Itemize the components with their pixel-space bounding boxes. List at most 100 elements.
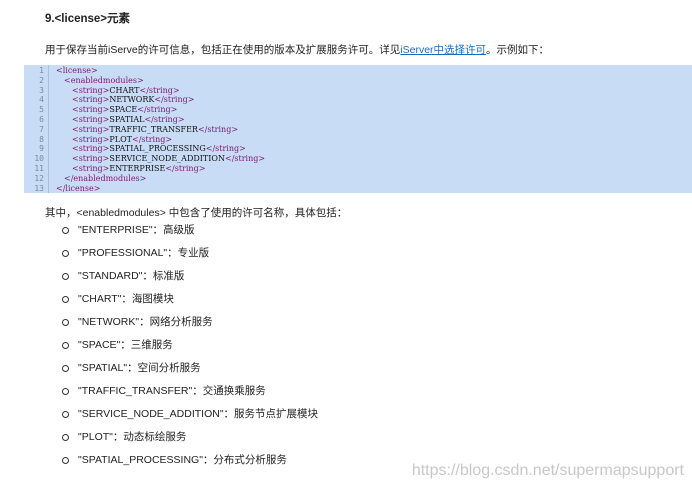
module-label: "PLOT"：动态标绘服务 [78,431,187,443]
line-number: 1 [39,66,44,75]
circle-bullet-icon [62,434,69,441]
code-line: 10 <string>SERVICE_NODE_ADDITION</string> [24,154,692,164]
module-list-item: "TRAFFIC_TRANSFER"：交通换乘服务 [62,383,318,406]
code-source: <enabledmodules> [64,76,144,86]
code-line: 2 <enabledmodules> [24,76,692,86]
code-source: <string>SPATIAL_PROCESSING</string> [72,144,246,154]
module-list-item: "PROFESSIONAL"：专业版 [62,245,318,268]
xml-text: ENTERPRISE [109,164,166,173]
xml-tag: </string> [197,124,239,134]
code-line: 7 <string>TRAFFIC_TRANSFER</string> [24,125,692,135]
code-block: 1 <license> 2 <enabledmodules> 3 <string>CHAR… [24,65,692,193]
circle-bullet-icon [62,227,69,234]
xml-text: NETWORK [109,95,155,105]
xml-tag: <string> [72,115,110,124]
circle-bullet-icon [62,296,69,303]
code-source: <string>CHART</string> [72,86,180,96]
xml-tag: <string> [72,154,110,164]
circle-bullet-icon [62,319,69,326]
xml-text: CHART [109,85,140,95]
xml-tag: <string> [72,164,110,173]
xml-text: SPATIAL [109,115,145,124]
module-label: "SERVICE_NODE_ADDITION"：服务节点扩展模块 [78,408,319,420]
line-number: 8 [39,134,44,144]
code-source: <string>SERVICE_NODE_ADDITION</string> [72,154,265,164]
module-label: "TRAFFIC_TRANSFER"：交通换乘服务 [78,385,266,397]
code-source: <string>TRAFFIC_TRANSFER</string> [72,125,238,135]
circle-bullet-icon [62,365,69,372]
xml-tag: </string> [139,85,180,95]
xml-text: SERVICE_NODE_ADDITION [109,154,225,164]
xml-tag: </string> [154,95,195,105]
iserver-license-link[interactable]: iServer中选择许可 [400,44,486,56]
module-list-item: "SERVICE_NODE_ADDITION"：服务节点扩展模块 [62,406,318,429]
module-list-item: "CHART"：海图模块 [62,291,318,314]
line-number: 13 [34,183,44,193]
xml-tag: <string> [72,95,110,105]
code-line: 3 <string>CHART</string> [24,86,692,96]
module-list-item: "PLOT"：动态标绘服务 [62,429,318,452]
code-line: 9 <string>SPATIAL_PROCESSING</string> [24,144,692,154]
line-number: 4 [39,95,44,105]
module-label: "CHART"：海图模块 [78,293,174,305]
module-label: "ENTERPRISE"：高级版 [78,224,195,236]
xml-tag: </license> [56,183,101,193]
module-label: "PROFESSIONAL"：专业版 [78,247,210,259]
xml-tag: </string> [131,134,173,144]
code-source: <string>PLOT</string> [72,135,172,145]
xml-tag: <enabledmodules> [64,75,144,85]
line-number: 5 [39,105,44,115]
module-list-item: "ENTERPRISE"：高级版 [62,222,318,245]
xml-tag: </string> [205,144,246,154]
code-source: </enabledmodules> [64,174,146,184]
module-label: "NETWORK"：网络分析服务 [78,316,213,328]
xml-tag: </string> [224,154,266,164]
module-label: "SPATIAL"：空间分析服务 [78,362,201,374]
code-line: 11 <string>ENTERPRISE</string> [24,164,692,174]
circle-bullet-icon [62,411,69,418]
xml-text: PLOT [109,134,132,144]
xml-tag: <string> [72,144,110,154]
module-list-item: "SPATIAL"：空间分析服务 [62,360,318,383]
module-list-item: "NETWORK"：网络分析服务 [62,314,318,337]
line-number: 10 [34,154,44,164]
xml-tag: <string> [72,105,110,115]
watermark: https://blog.csdn.net/supermapsupport [411,462,684,479]
line-number: 2 [39,75,44,85]
code-source: <string>NETWORK</string> [72,95,194,105]
circle-bullet-icon [62,457,69,464]
line-number: 9 [39,144,44,154]
circle-bullet-icon [62,388,69,395]
line-number: 12 [34,173,44,183]
section-heading: 9.<license>元素 [45,13,131,25]
intro-paragraph: 用于保存当前iServe的许可信息，包括正在使用的版本及扩展服务许可。详见iSe… [45,42,549,57]
xml-text: SPACE [109,105,138,115]
module-label: "STANDARD"：标准版 [78,270,185,282]
line-number: 3 [39,85,44,95]
code-line: 4 <string>NETWORK</string> [24,95,692,105]
code-line: 1 <license> [24,66,692,76]
xml-tag: <string> [72,134,110,144]
modules-intro: 其中，<enabledmodules> 中包含了使用的许可名称，具体包括： [45,207,348,219]
code-source: <string>SPATIAL</string> [72,115,185,125]
xml-tag: </string> [137,105,178,115]
xml-tag: <string> [72,124,110,134]
line-number: 6 [39,115,44,124]
code-line: 12 </enabledmodules> [24,174,692,184]
line-number: 11 [34,164,44,173]
code-source: <string>ENTERPRISE</string> [72,164,205,174]
code-line: 13 </license> [24,184,692,194]
xml-tag: <license> [56,66,98,75]
circle-bullet-icon [62,342,69,349]
code-line: 5 <string>SPACE</string> [24,105,692,115]
module-list: "ENTERPRISE"：高级版 "PROFESSIONAL"：专业版 "STAND… [62,222,318,475]
xml-tag: </enabledmodules> [64,173,147,183]
circle-bullet-icon [62,273,69,280]
circle-bullet-icon [62,250,69,257]
code-source: <string>SPACE</string> [72,105,177,115]
module-list-item: "SPACE"：三维服务 [62,337,318,360]
code-line: 8 <string>PLOT</string> [24,135,692,145]
code-source: </license> [56,184,100,194]
line-number: 7 [39,124,44,134]
xml-text: SPATIAL_PROCESSING [109,144,206,154]
